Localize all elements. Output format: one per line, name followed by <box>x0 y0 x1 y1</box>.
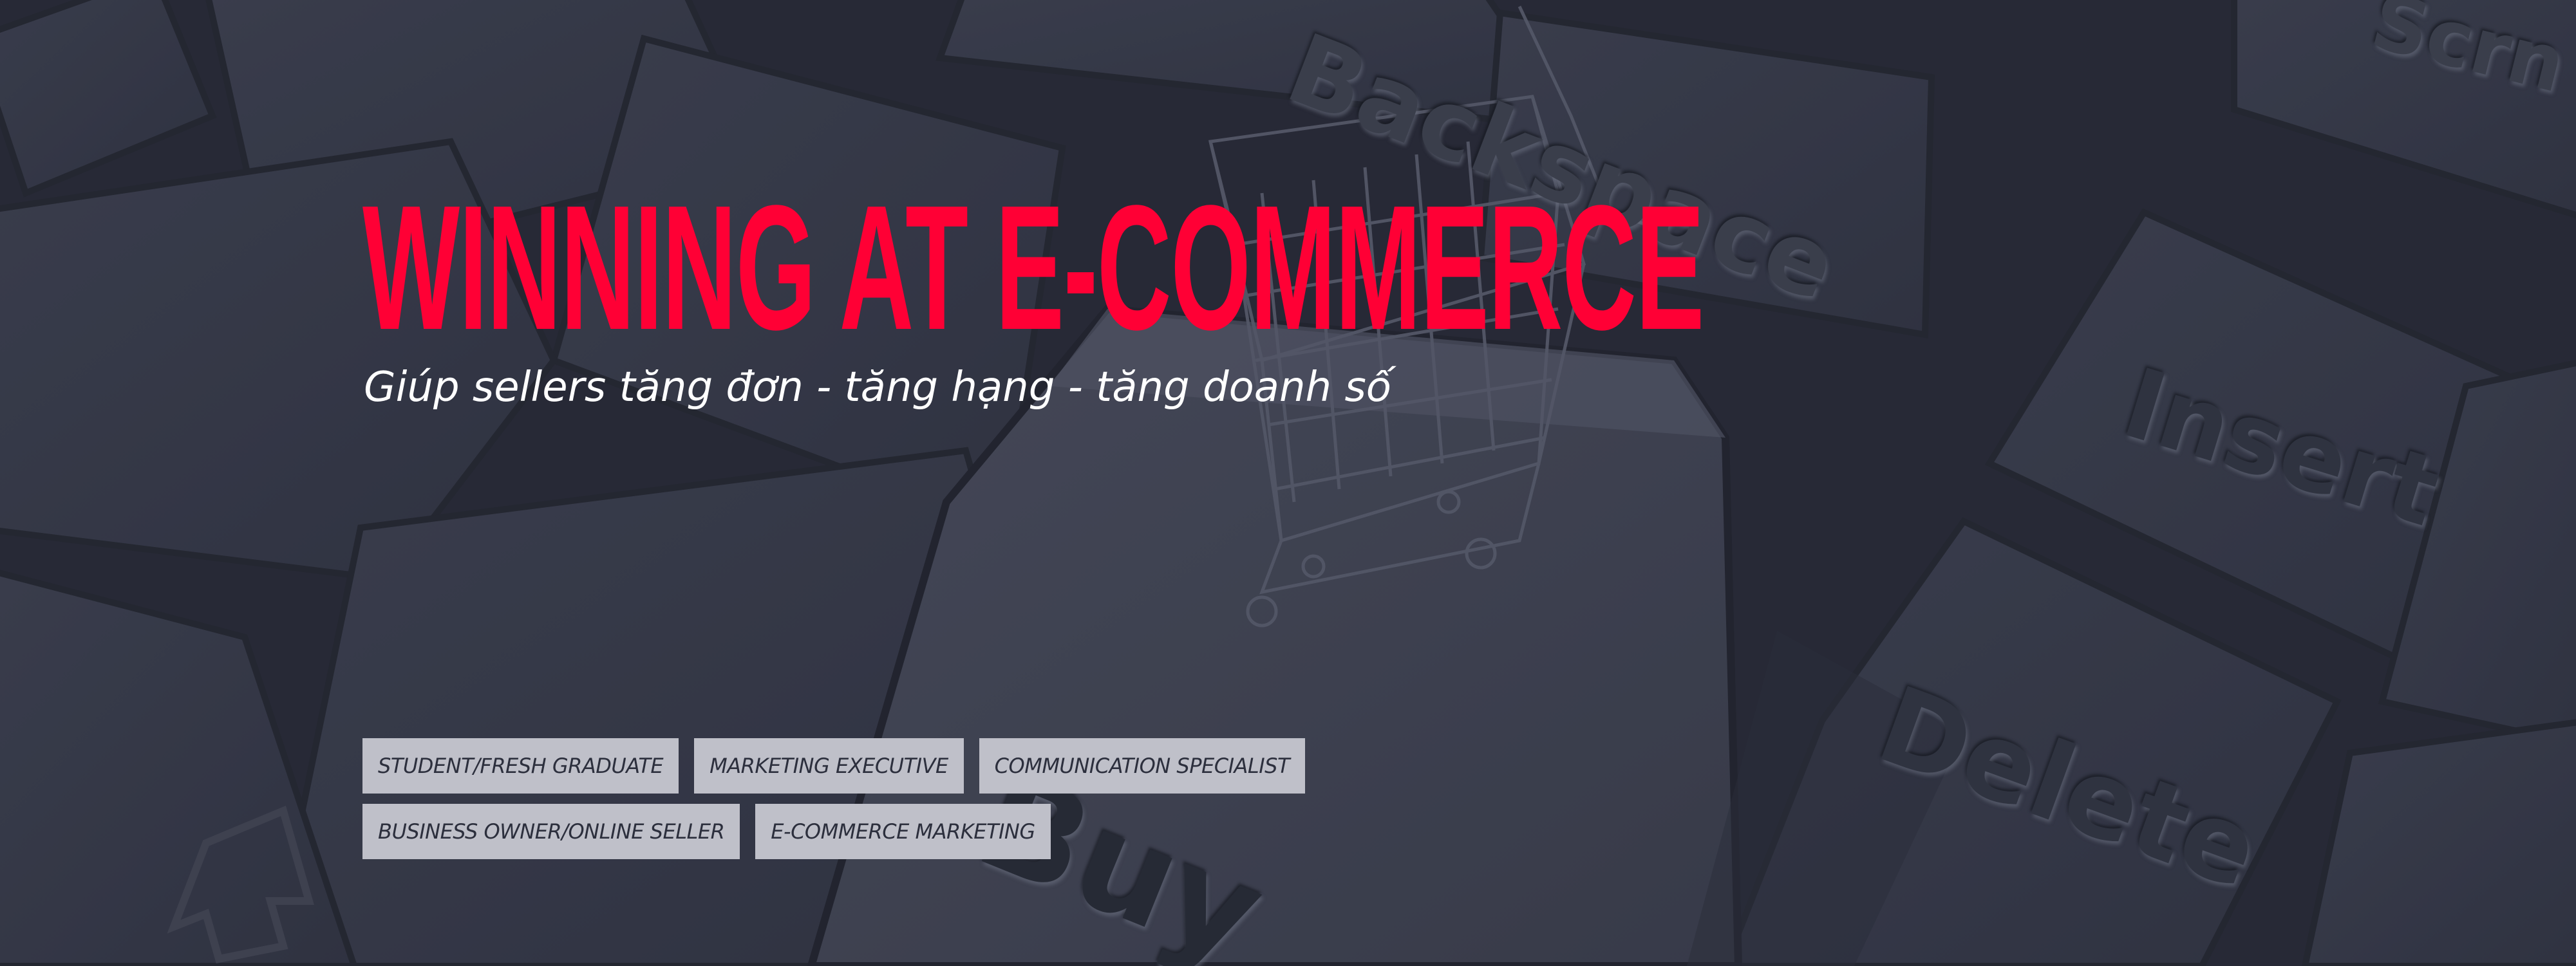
tag-communication-specialist[interactable]: COMMUNICATION SPECIALIST <box>979 738 1306 794</box>
audience-tags: STUDENT/FRESH GRADUATE MARKETING EXECUTI… <box>362 738 1306 869</box>
tag-ecommerce-marketing[interactable]: E-COMMERCE MARKETING <box>755 804 1051 859</box>
page-title: WINNING AT E-COMMERCE <box>362 169 1704 367</box>
tag-marketing-executive[interactable]: MARKETING EXECUTIVE <box>694 738 964 794</box>
tag-row-1: STUDENT/FRESH GRADUATE MARKETING EXECUTI… <box>362 738 1306 794</box>
tag-row-2: BUSINESS OWNER/ONLINE SELLER E-COMMERCE … <box>362 804 1305 859</box>
hero-banner: Backspace Insert Delete Buy Scrn SysRq W… <box>0 0 2576 966</box>
tag-student-fresh-graduate[interactable]: STUDENT/FRESH GRADUATE <box>362 738 679 794</box>
tag-business-owner-online-seller[interactable]: BUSINESS OWNER/ONLINE SELLER <box>362 804 740 859</box>
page-subtitle: Giúp sellers tăng đơn - tăng hạng - tăng… <box>364 364 1391 411</box>
